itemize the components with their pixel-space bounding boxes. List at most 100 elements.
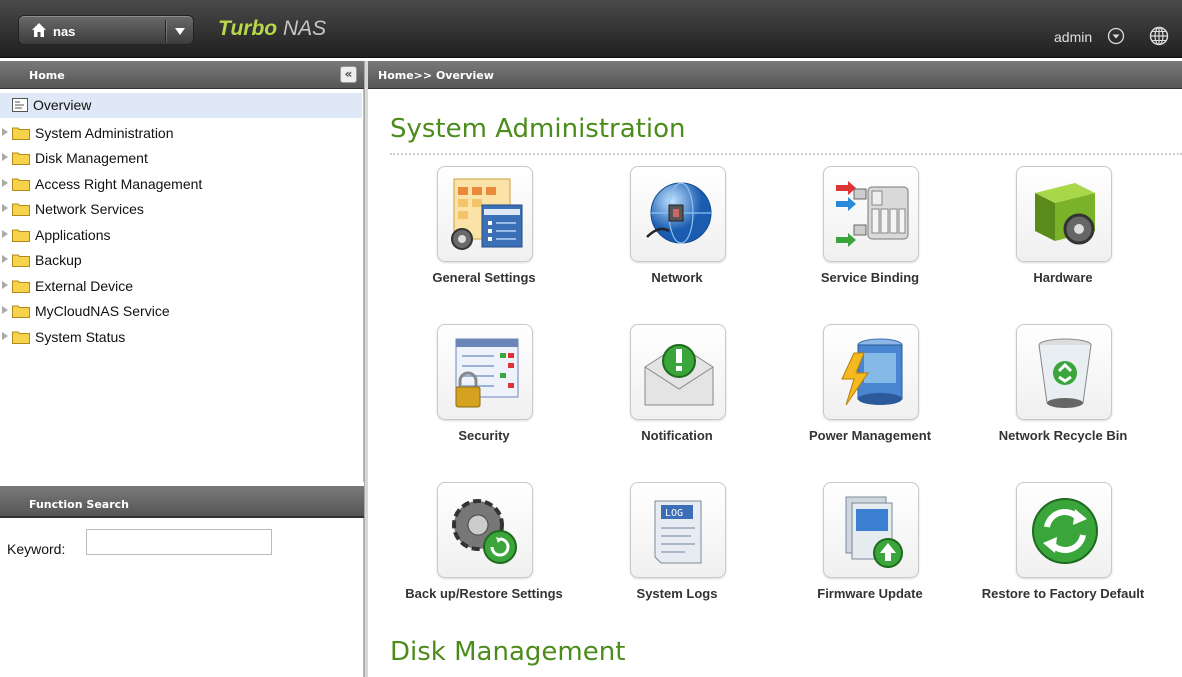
expand-arrow-icon[interactable] (2, 179, 8, 187)
security-lock-icon (455, 338, 519, 408)
chevron-down-icon[interactable] (172, 23, 188, 39)
tile-icon-box[interactable]: LOG (630, 482, 726, 578)
folder-icon (12, 229, 30, 242)
folder-icon (12, 305, 30, 318)
breadcrumb-bar: Home>> Overview (368, 61, 1182, 89)
tile-icon-box[interactable] (823, 166, 919, 262)
sidebar-title: Home (29, 69, 65, 82)
tile-icon-box[interactable] (437, 482, 533, 578)
expand-arrow-icon[interactable] (2, 281, 8, 289)
tile-icon-box[interactable] (1016, 324, 1112, 420)
expand-arrow-icon[interactable] (2, 255, 8, 263)
hardware-icon (1035, 183, 1095, 245)
folder-icon (12, 152, 30, 165)
brand-logo: Turbo NAS (218, 17, 327, 40)
general-settings-icon (451, 178, 523, 250)
function-search-title: Function Search (29, 498, 129, 511)
main-content: System Administration General Settings N… (368, 89, 1182, 677)
expand-arrow-icon[interactable] (2, 332, 8, 340)
collapse-sidebar-button[interactable]: « (340, 66, 357, 83)
tile-icon-box[interactable] (1016, 482, 1112, 578)
sidebar-item-label: Access Right Management (35, 176, 203, 192)
top-bar: nas Turbo NAS admin (0, 0, 1182, 58)
tile-restore-factory-default[interactable]: Restore to Factory Default (973, 482, 1153, 622)
tile-label: System Logs (636, 586, 718, 601)
expand-arrow-icon[interactable] (2, 230, 8, 238)
selector-separator (165, 20, 166, 42)
sidebar-item-label: System Status (35, 329, 126, 345)
expand-arrow-icon[interactable] (2, 153, 8, 161)
tile-label: Security (458, 428, 510, 443)
folder-icon (12, 203, 30, 216)
system-logs-icon: LOG (654, 500, 702, 564)
sidebar-item-label: External Device (35, 278, 134, 294)
tile-system-logs[interactable]: LOG System Logs (587, 482, 767, 622)
tile-notification[interactable]: Notification (587, 324, 767, 464)
sidebar-item-applications[interactable]: Applications (0, 223, 362, 248)
breadcrumb: Home>> Overview (378, 69, 494, 82)
sidebar-item-system-status[interactable]: System Status (0, 325, 362, 350)
tile-label: Hardware (1033, 270, 1093, 285)
sidebar-tree: Overview System Administration Disk Mana… (0, 89, 364, 482)
tile-firmware-update[interactable]: Firmware Update (780, 482, 960, 622)
sidebar-item-network-services[interactable]: Network Services (0, 197, 362, 222)
recycle-bin-icon (1038, 338, 1092, 408)
factory-default-icon (1032, 498, 1098, 564)
power-management-icon (841, 338, 903, 406)
folder-icon (12, 127, 30, 140)
backup-restore-icon (452, 499, 517, 564)
tile-label: Notification (641, 428, 713, 443)
tile-hardware[interactable]: Hardware (973, 166, 1153, 306)
tile-service-binding[interactable]: Service Binding (780, 166, 960, 306)
tile-label: Network (651, 270, 703, 285)
sidebar-item-system-administration[interactable]: System Administration (0, 121, 362, 146)
tile-icon-box[interactable] (630, 324, 726, 420)
expand-arrow-icon[interactable] (2, 204, 8, 212)
tile-icon-box[interactable] (1016, 166, 1112, 262)
service-binding-icon (836, 181, 909, 247)
tile-icon-box[interactable] (823, 324, 919, 420)
tile-label: Service Binding (820, 270, 920, 285)
sidebar-item-label: Backup (35, 252, 82, 268)
user-menu-chevron-icon[interactable] (1107, 27, 1125, 45)
folder-icon (12, 178, 30, 191)
tile-icon-box[interactable] (437, 324, 533, 420)
network-globe-icon (646, 182, 712, 244)
keyword-label: Keyword: (7, 541, 66, 557)
tile-network-recycle-bin[interactable]: Network Recycle Bin (973, 324, 1153, 464)
nas-name: nas (53, 24, 76, 39)
sidebar-item-mycloudnas-service[interactable]: MyCloudNAS Service (0, 299, 362, 324)
notification-envelope-icon (644, 344, 714, 406)
section-title: System Administration (390, 114, 686, 144)
language-globe-icon[interactable] (1149, 26, 1169, 46)
expand-arrow-icon[interactable] (2, 128, 8, 136)
sidebar-item-label: MyCloudNAS Service (35, 303, 170, 319)
sidebar-item-overview[interactable]: Overview (0, 93, 362, 118)
sidebar-item-label: Overview (33, 97, 92, 113)
expand-arrow-icon[interactable] (2, 306, 8, 314)
sidebar-item-external-device[interactable]: External Device (0, 274, 362, 299)
tile-label: Power Management (808, 428, 932, 443)
home-icon (32, 23, 46, 37)
user-name[interactable]: admin (1054, 29, 1092, 45)
tile-label: General Settings (432, 270, 536, 285)
firmware-update-icon (845, 496, 903, 568)
sidebar-item-disk-management[interactable]: Disk Management (0, 146, 362, 171)
sidebar-item-access-right-management[interactable]: Access Right Management (0, 172, 362, 197)
tile-general-settings[interactable]: General Settings (394, 166, 574, 306)
tile-backup-restore-settings[interactable]: Back up/Restore Settings (394, 482, 574, 622)
tile-network[interactable]: Network (587, 166, 767, 306)
tile-label: Back up/Restore Settings (405, 586, 563, 601)
sidebar-item-label: Disk Management (35, 150, 148, 166)
function-search-header: Function Search (0, 486, 364, 518)
tile-icon-box[interactable] (823, 482, 919, 578)
tile-power-management[interactable]: Power Management (780, 324, 960, 464)
sidebar-item-backup[interactable]: Backup (0, 248, 362, 273)
tile-security[interactable]: Security (394, 324, 574, 464)
tile-icon-box[interactable] (437, 166, 533, 262)
tile-icon-box[interactable] (630, 166, 726, 262)
sidebar-item-label: Applications (35, 227, 111, 243)
nas-selector[interactable]: nas (18, 15, 194, 45)
folder-icon (12, 280, 30, 293)
keyword-input[interactable] (86, 529, 272, 555)
